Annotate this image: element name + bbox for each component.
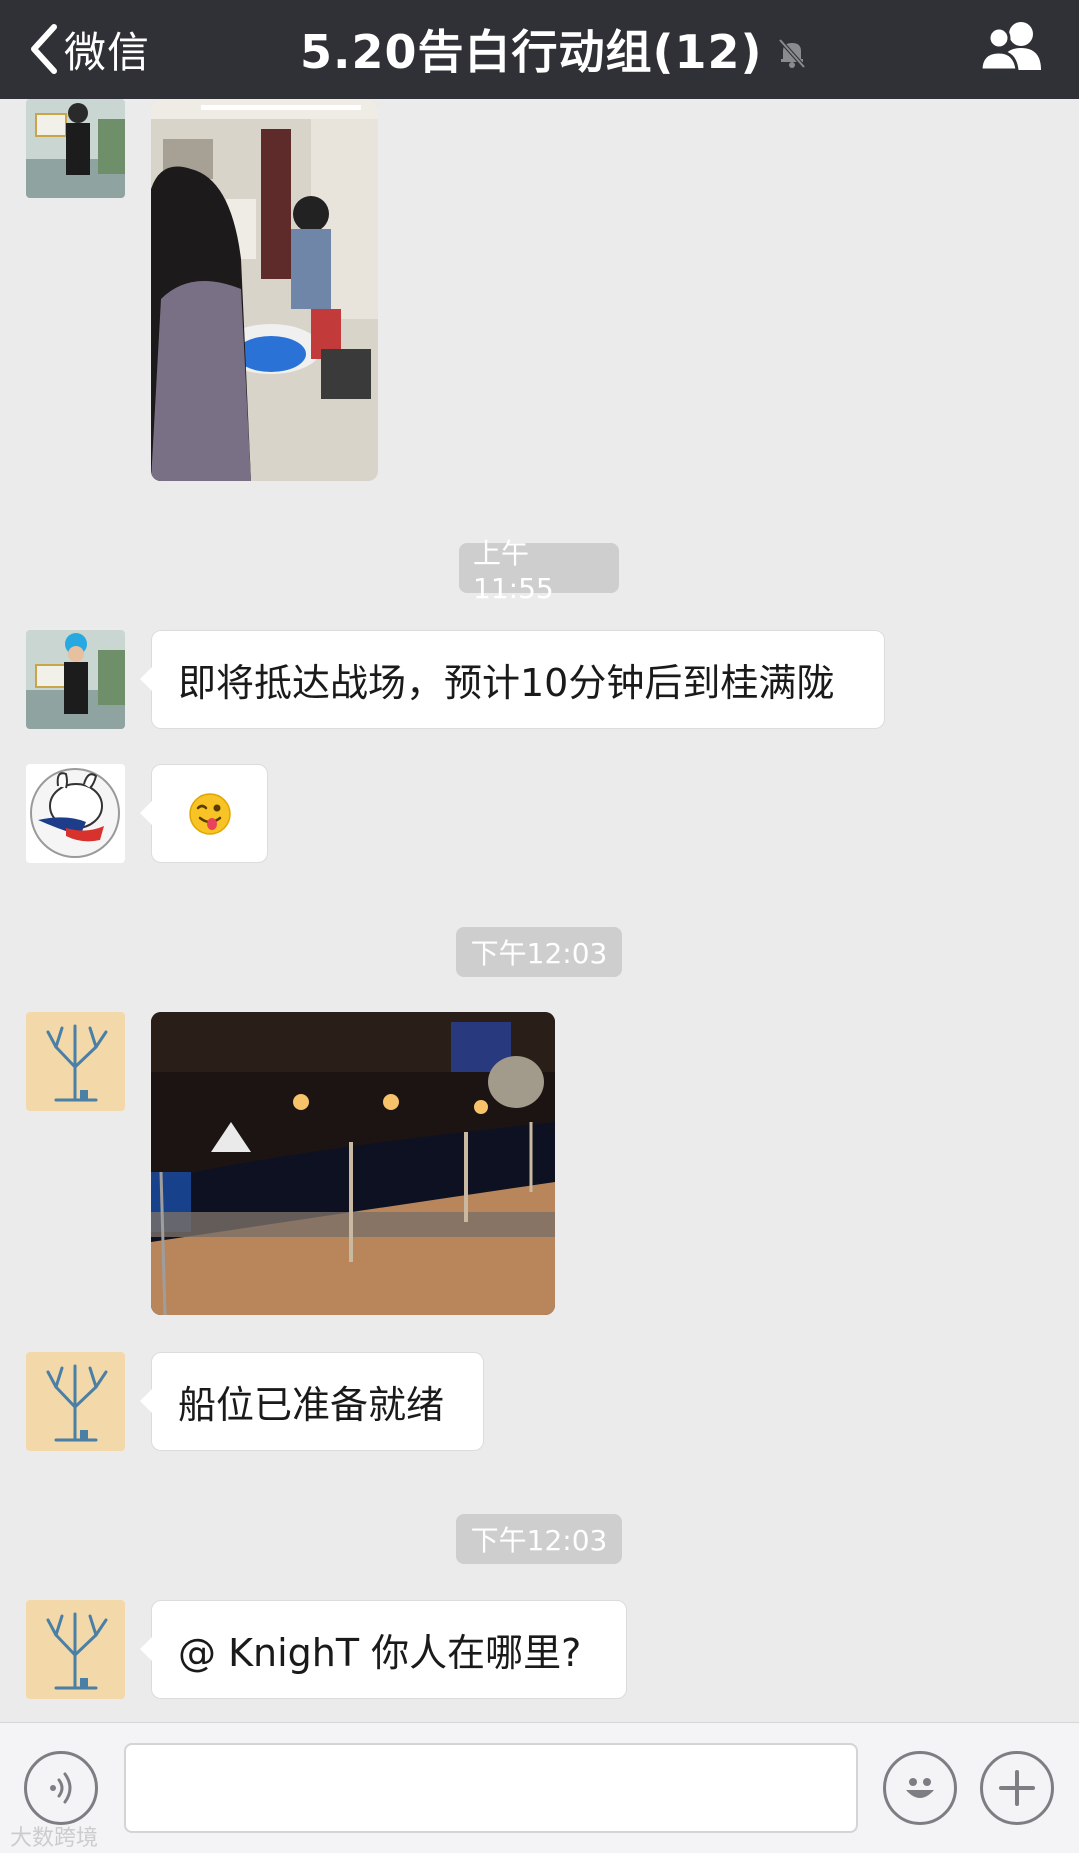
- avatar[interactable]: [26, 1600, 125, 1699]
- group-name: 5.20告白行动组(12): [300, 25, 763, 79]
- message-bubble[interactable]: 船位已准备就绪: [140, 1352, 484, 1451]
- mute-bell-icon: [778, 38, 806, 69]
- smiley-face-icon: [906, 1778, 934, 1798]
- chat-title: 5.20告白行动组(12): [300, 14, 809, 84]
- back-label: 微信: [64, 27, 151, 77]
- voice-input-button[interactable]: [24, 1751, 98, 1825]
- photo-bathroom-mirror: [151, 99, 378, 481]
- avatar-tree-image: [26, 1600, 125, 1699]
- emoji-bubble[interactable]: [140, 764, 268, 863]
- photo-boat-night: [151, 1012, 555, 1315]
- voice-wave-icon: [50, 1772, 72, 1804]
- chat-header: 微信 5.20告白行动组(12): [0, 0, 1079, 99]
- timestamp: 下午12:03: [456, 927, 622, 977]
- avatar[interactable]: [26, 99, 125, 198]
- chat-image[interactable]: [151, 99, 378, 481]
- avatar-blue-hair-image: [26, 630, 125, 729]
- chat-image[interactable]: [151, 1012, 555, 1315]
- more-options-button[interactable]: [980, 1751, 1054, 1825]
- plus-icon: [999, 1770, 1035, 1806]
- message-bubble[interactable]: 即将抵达战场，预计10分钟后到桂满陇: [140, 630, 885, 729]
- timestamp: 下午12:03: [456, 1514, 622, 1564]
- watermark: 大数跨境: [10, 1826, 99, 1851]
- avatar-cartoon-rabbit-image: [26, 764, 125, 863]
- avatar-tree-image: [26, 1012, 125, 1111]
- avatar-tree-image: [26, 1352, 125, 1451]
- avatar[interactable]: [26, 764, 125, 863]
- chevron-left-icon: [31, 24, 57, 74]
- avatar[interactable]: [26, 630, 125, 729]
- input-bar: [0, 1722, 1079, 1853]
- avatar-blue-hair-image: [26, 99, 125, 198]
- emoji-button[interactable]: [883, 1751, 957, 1825]
- message-input[interactable]: [124, 1743, 858, 1833]
- wink-tongue-emoji-icon: [188, 792, 231, 835]
- group-members-icon[interactable]: [979, 18, 1045, 74]
- avatar[interactable]: [26, 1012, 125, 1111]
- back-button[interactable]: 微信: [26, 14, 150, 84]
- message-list[interactable]: 上午11:55 即将抵达战场，预计10分钟后到桂满陇 下午12:03 船位已准备…: [0, 99, 1079, 1722]
- timestamp: 上午11:55: [459, 537, 619, 605]
- message-bubble[interactable]: @ KnighT 你人在哪里?: [140, 1600, 627, 1699]
- avatar[interactable]: [26, 1352, 125, 1451]
